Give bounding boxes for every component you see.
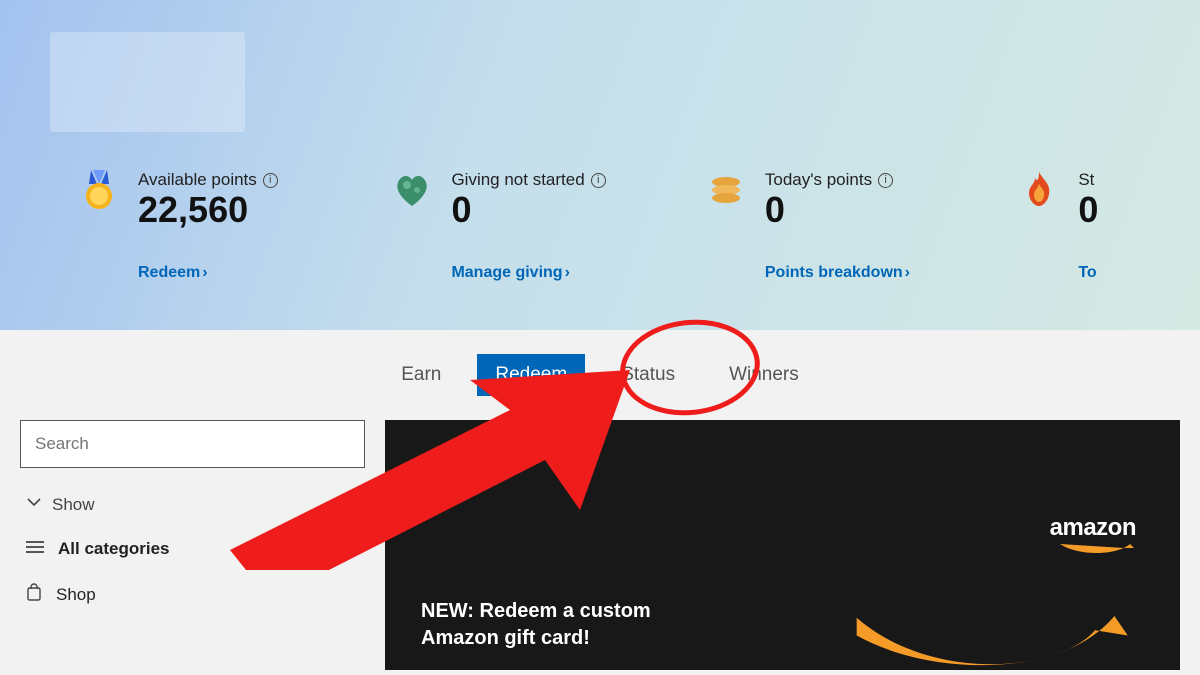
heart-globe-icon [391, 170, 433, 212]
info-icon[interactable]: i [591, 173, 606, 188]
stat-label: St [1078, 170, 1094, 190]
stat-link-text: To [1078, 264, 1096, 282]
stat-link-text: Manage giving [451, 264, 562, 282]
tab-status[interactable]: Status [603, 354, 693, 396]
points-breakdown-link[interactable]: Points breakdown › [765, 264, 910, 282]
stat-value: 22,560 [138, 190, 278, 230]
sidebar: Show All categories Shop [20, 420, 365, 670]
hero-banner: Available points i 22,560 Redeem › [0, 0, 1200, 330]
stat-row: Available points i 22,560 Redeem › [0, 170, 1200, 282]
stat-available-points: Available points i 22,560 Redeem › [78, 170, 391, 282]
amazon-logo: amazon [1050, 514, 1136, 542]
show-toggle[interactable]: Show [20, 494, 365, 515]
stat-value: 0 [451, 190, 605, 230]
promo-title: NEW: Redeem a custom Amazon gift card! [421, 598, 681, 652]
category-label: Shop [56, 585, 96, 605]
tab-redeem[interactable]: Redeem [477, 354, 585, 396]
tab-winners[interactable]: Winners [711, 354, 817, 396]
stat-label: Today's points [765, 170, 872, 190]
info-icon[interactable]: i [878, 173, 893, 188]
category-all[interactable]: All categories [20, 539, 365, 559]
amazon-smile-icon [1058, 542, 1136, 556]
stat-streak: St 0 To [1018, 170, 1200, 282]
stat-today: Today's points i 0 Points breakdown › [705, 170, 1018, 282]
stat-link-text: Points breakdown [765, 264, 903, 282]
medal-icon [78, 170, 120, 212]
stat-label: Available points [138, 170, 257, 190]
stat-link-text: Redeem [138, 264, 200, 282]
tab-bar: Earn Redeem Status Winners [0, 330, 1200, 420]
chevron-right-icon: › [565, 264, 570, 282]
category-label: All categories [58, 539, 170, 559]
promo-card-amazon[interactable]: amazon NEW: Redeem a custom Amazon gift … [385, 420, 1180, 670]
shopping-bag-icon [26, 583, 42, 606]
coins-icon [705, 170, 747, 212]
stat-value: 0 [765, 190, 910, 230]
chevron-right-icon: › [905, 264, 910, 282]
redeem-link[interactable]: Redeem › [138, 264, 278, 282]
flame-icon [1018, 170, 1060, 212]
content-area: Show All categories Shop amazon NEW: Red… [0, 420, 1200, 670]
stat-giving: Giving not started i 0 Manage giving › [391, 170, 704, 282]
chevron-right-icon: › [202, 264, 207, 282]
stat-value: 0 [1078, 190, 1098, 230]
show-label: Show [52, 495, 95, 515]
tab-earn[interactable]: Earn [383, 354, 459, 396]
manage-giving-link[interactable]: Manage giving › [451, 264, 605, 282]
list-icon [26, 539, 44, 559]
search-input[interactable] [20, 420, 365, 468]
profile-placeholder [50, 32, 245, 132]
info-icon[interactable]: i [263, 173, 278, 188]
stat-label: Giving not started [451, 170, 584, 190]
streak-link[interactable]: To [1078, 264, 1098, 282]
category-shop[interactable]: Shop [20, 583, 365, 606]
chevron-down-icon [26, 494, 42, 515]
amazon-swoosh-icon [830, 600, 1150, 670]
